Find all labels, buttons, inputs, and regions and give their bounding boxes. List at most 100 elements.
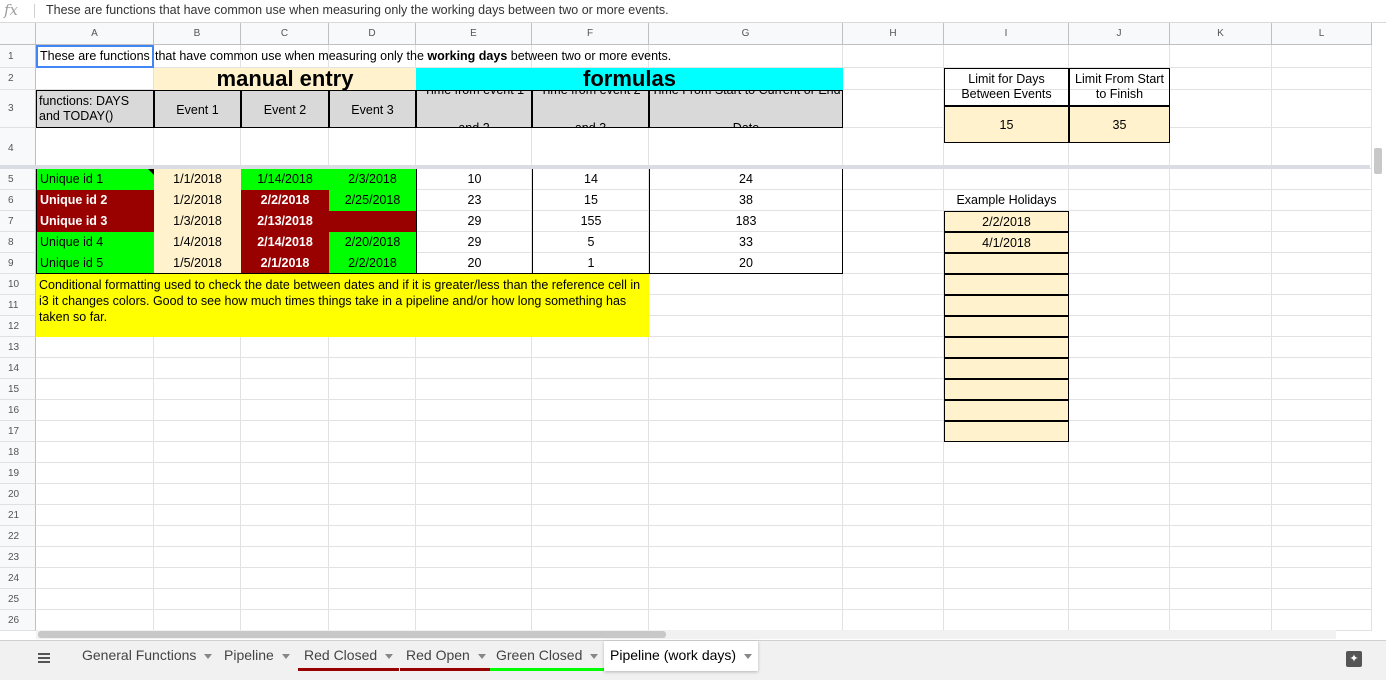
- time-1-2-header[interactable]: Time from event 1 and 2: [416, 90, 532, 128]
- event1-cell[interactable]: 1/1/2018: [154, 169, 241, 190]
- column-header-b[interactable]: B: [154, 23, 241, 45]
- horizontal-scroll-thumb[interactable]: [38, 631, 666, 638]
- functions-header[interactable]: functions: DAYS and TODAY(): [36, 90, 154, 128]
- holiday-cell[interactable]: [944, 421, 1069, 442]
- row-header-6[interactable]: 6: [0, 190, 36, 211]
- time-total-cell[interactable]: 24: [649, 169, 843, 190]
- event1-cell[interactable]: 1/2/2018: [154, 190, 241, 211]
- row-header-9[interactable]: 9: [0, 253, 36, 274]
- row-header-2[interactable]: 2: [0, 68, 36, 90]
- limit-between-label[interactable]: Limit for Days Between Events: [944, 68, 1069, 106]
- row-id-cell[interactable]: Unique id 4: [36, 232, 154, 253]
- sheet-tab-general-functions[interactable]: General Functions: [76, 641, 219, 671]
- holiday-cell[interactable]: 2/2/2018: [944, 211, 1069, 232]
- row-header-5[interactable]: 5: [0, 169, 36, 190]
- time-2-3-cell[interactable]: 15: [532, 190, 649, 211]
- event1-cell[interactable]: 1/4/2018: [154, 232, 241, 253]
- time-2-3-cell[interactable]: 5: [532, 232, 649, 253]
- holiday-cell[interactable]: [944, 379, 1069, 400]
- event3-cell[interactable]: 2/2/2018: [329, 253, 416, 274]
- column-header-e[interactable]: E: [416, 23, 532, 45]
- formulas-header[interactable]: formulas: [416, 68, 843, 90]
- row-header-14[interactable]: 14: [0, 358, 36, 379]
- horizontal-scrollbar[interactable]: [36, 630, 1336, 639]
- event2-cell[interactable]: 1/14/2018: [241, 169, 329, 190]
- event3-header[interactable]: Event 3: [329, 90, 416, 128]
- row-header-13[interactable]: 13: [0, 337, 36, 358]
- limit-start-value[interactable]: 35: [1069, 106, 1170, 143]
- chevron-down-icon[interactable]: [477, 653, 486, 659]
- row-header-18[interactable]: 18: [0, 442, 36, 463]
- column-header-i[interactable]: I: [944, 23, 1069, 45]
- event2-cell[interactable]: 2/14/2018: [241, 232, 329, 253]
- sheet-tab-red-open[interactable]: Red Open: [400, 641, 492, 671]
- column-header-d[interactable]: D: [329, 23, 416, 45]
- row-header-23[interactable]: 23: [0, 547, 36, 568]
- holiday-cell[interactable]: [944, 358, 1069, 379]
- explore-icon[interactable]: ✦: [1346, 651, 1362, 667]
- row-header-3[interactable]: 3: [0, 90, 36, 128]
- time-2-3-cell[interactable]: 1: [532, 253, 649, 274]
- row-header-11[interactable]: 11: [0, 295, 36, 316]
- chevron-down-icon[interactable]: [281, 653, 290, 659]
- event3-cell[interactable]: 2/3/2018: [329, 169, 416, 190]
- holiday-cell[interactable]: [944, 295, 1069, 316]
- holidays-label[interactable]: Example Holidays: [944, 190, 1069, 211]
- row-id-cell[interactable]: Unique id 2: [36, 190, 154, 211]
- row-id-cell[interactable]: Unique id 1: [36, 169, 154, 190]
- row-header-12[interactable]: 12: [0, 316, 36, 337]
- column-header-f[interactable]: F: [532, 23, 649, 45]
- column-header-h[interactable]: H: [843, 23, 944, 45]
- vertical-scrollbar[interactable]: [1371, 146, 1384, 626]
- column-header-g[interactable]: G: [649, 23, 843, 45]
- event1-header[interactable]: Event 1: [154, 90, 241, 128]
- time-1-2-cell[interactable]: 29: [416, 211, 532, 232]
- row-header-22[interactable]: 22: [0, 526, 36, 547]
- row-id-cell[interactable]: Unique id 3: [36, 211, 154, 232]
- time-total-header[interactable]: Time From Start to Current or End Date: [649, 90, 843, 128]
- row-header-21[interactable]: 21: [0, 505, 36, 526]
- time-2-3-cell[interactable]: 14: [532, 169, 649, 190]
- holiday-cell[interactable]: [944, 337, 1069, 358]
- row-header-16[interactable]: 16: [0, 400, 36, 421]
- event3-cell[interactable]: 2/20/2018: [329, 232, 416, 253]
- column-header-c[interactable]: C: [241, 23, 329, 45]
- column-header-k[interactable]: K: [1170, 23, 1272, 45]
- conditional-formatting-note[interactable]: Conditional formatting used to check the…: [36, 274, 649, 337]
- time-2-3-header[interactable]: Time from event 2 and 3: [532, 90, 649, 128]
- holiday-cell[interactable]: [944, 400, 1069, 421]
- time-1-2-cell[interactable]: 20: [416, 253, 532, 274]
- holiday-cell[interactable]: [944, 253, 1069, 274]
- time-total-cell[interactable]: 38: [649, 190, 843, 211]
- row-header-19[interactable]: 19: [0, 463, 36, 484]
- time-1-2-cell[interactable]: 23: [416, 190, 532, 211]
- event2-cell[interactable]: 2/1/2018: [241, 253, 329, 274]
- chevron-down-icon[interactable]: [204, 653, 213, 659]
- row-header-26[interactable]: 26: [0, 610, 36, 631]
- column-header-j[interactable]: J: [1069, 23, 1170, 45]
- cell-a1[interactable]: These are functions: [36, 45, 154, 68]
- formula-input[interactable]: These are functions that have common use…: [46, 3, 669, 17]
- row-header-17[interactable]: 17: [0, 421, 36, 442]
- sheet-tab-pipeline[interactable]: Pipeline: [218, 641, 296, 671]
- row-header-10[interactable]: 10: [0, 274, 36, 295]
- event2-cell[interactable]: 2/13/2018: [241, 211, 329, 232]
- event3-cell[interactable]: 2/25/2018: [329, 190, 416, 211]
- sheet-tab-pipeline-work-days[interactable]: Pipeline (work days): [604, 641, 759, 671]
- sheet-tab-green-closed[interactable]: Green Closed: [490, 641, 605, 671]
- time-total-cell[interactable]: 183: [649, 211, 843, 232]
- row-id-cell[interactable]: Unique id 5: [36, 253, 154, 274]
- row-header-15[interactable]: 15: [0, 379, 36, 400]
- chevron-down-icon[interactable]: [744, 653, 753, 659]
- chevron-down-icon[interactable]: [385, 653, 394, 659]
- limit-start-label[interactable]: Limit From Start to Finish: [1069, 68, 1170, 106]
- row-header-1[interactable]: 1: [0, 45, 36, 68]
- event1-cell[interactable]: 1/3/2018: [154, 211, 241, 232]
- holiday-cell[interactable]: 4/1/2018: [944, 232, 1069, 253]
- limit-between-value[interactable]: 15: [944, 106, 1069, 143]
- row-header-20[interactable]: 20: [0, 484, 36, 505]
- time-total-cell[interactable]: 33: [649, 232, 843, 253]
- event1-cell[interactable]: 1/5/2018: [154, 253, 241, 274]
- time-2-3-cell[interactable]: 155: [532, 211, 649, 232]
- holiday-cell[interactable]: [944, 316, 1069, 337]
